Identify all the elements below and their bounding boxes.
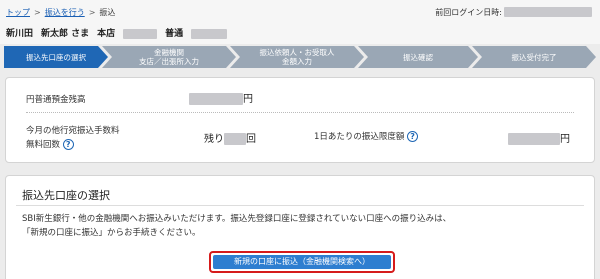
user-branch: 新川田 — [6, 29, 34, 39]
account-number-masked — [191, 28, 228, 39]
user-store: 本店 — [97, 29, 116, 39]
section-divider — [16, 205, 584, 206]
limit-label-row: 1日あたりの振込限度額 ? — [314, 130, 419, 142]
limit-value: 円 — [508, 130, 570, 145]
description-line: 「新規の口座に振込」からお手続きください。 — [22, 228, 201, 238]
limit-label: 1日あたりの振込限度額 — [314, 132, 405, 142]
user-account-type: 普通 — [165, 29, 184, 39]
limit-unit: 円 — [560, 134, 570, 145]
fee-remaining-masked — [224, 133, 246, 145]
step-select-account: 振込先口座の選択 — [4, 46, 108, 68]
account-summary-panel: 円普通預金残高 円 今月の他行宛振込手数料 無料回数 ? 残り 回 1日あたりの振… — [5, 77, 595, 163]
balance-amount-masked — [189, 93, 243, 105]
store-number-masked — [123, 28, 158, 39]
fee-remaining-suffix: 回 — [246, 134, 256, 145]
account-selection-panel: 振込先口座の選択 SBI新生銀行・他の金融機関へお振込みいただけます。振込先登録… — [5, 175, 595, 279]
balance-label: 円普通預金残高 — [26, 95, 86, 105]
fee-label: 今月の他行宛振込手数料 — [26, 126, 120, 136]
fee-remaining-prefix: 残り — [204, 134, 224, 145]
help-icon[interactable]: ? — [407, 131, 419, 142]
last-login-label: 前回ログイン日時: — [435, 8, 502, 17]
balance-value: 円 — [189, 90, 253, 105]
progress-steps: 振込先口座の選択 金融機関 支店／出張所入力 振込依頼人・お受取人 金額入力 振… — [4, 46, 596, 68]
last-login-value-masked — [504, 7, 592, 17]
step-confirm: 振込確認 — [358, 46, 478, 68]
user-name: 新太郎 さま — [41, 29, 90, 39]
fee-count-label: 無料回数 — [26, 140, 61, 150]
breadcrumb-separator: > — [34, 8, 41, 17]
step-bank-branch: 金融機関 支店／出張所入力 — [102, 46, 236, 68]
summary-divider — [26, 112, 574, 113]
limit-amount-masked — [508, 133, 560, 145]
breadcrumb-current: 振込 — [99, 8, 116, 17]
button-highlight: 新規の口座に振込（金融機関検索へ） — [209, 251, 395, 273]
fee-label-count: 無料回数 ? — [26, 138, 74, 150]
description-line: SBI新生銀行・他の金融機関へお振込みいただけます。振込先登録口座に登録されてい… — [22, 214, 452, 224]
user-info: 新川田 新太郎 さま 本店 普通 — [6, 26, 228, 39]
page-header: トップ > 振込を行う > 振込 前回ログイン日時: 新川田 新太郎 さま 本店 普通 — [0, 0, 600, 44]
breadcrumb-link-transfer[interactable]: 振込を行う — [45, 8, 85, 17]
breadcrumb-separator: > — [88, 8, 96, 17]
fee-remaining: 残り 回 — [204, 130, 256, 145]
section-title: 振込先口座の選択 — [22, 189, 110, 202]
help-icon[interactable]: ? — [62, 139, 74, 150]
step-amount-input: 振込依頼人・お受取人 金額入力 — [230, 46, 364, 68]
breadcrumb: トップ > 振込を行う > 振込 — [6, 7, 115, 18]
selection-description: SBI新生銀行・他の金融機関へお振込みいただけます。振込先登録口座に登録されてい… — [22, 212, 451, 240]
new-account-transfer-button[interactable]: 新規の口座に振込（金融機関検索へ） — [213, 255, 391, 269]
breadcrumb-link-top[interactable]: トップ — [6, 8, 30, 17]
step-complete: 振込受付完了 — [472, 46, 596, 68]
balance-unit: 円 — [243, 94, 253, 105]
